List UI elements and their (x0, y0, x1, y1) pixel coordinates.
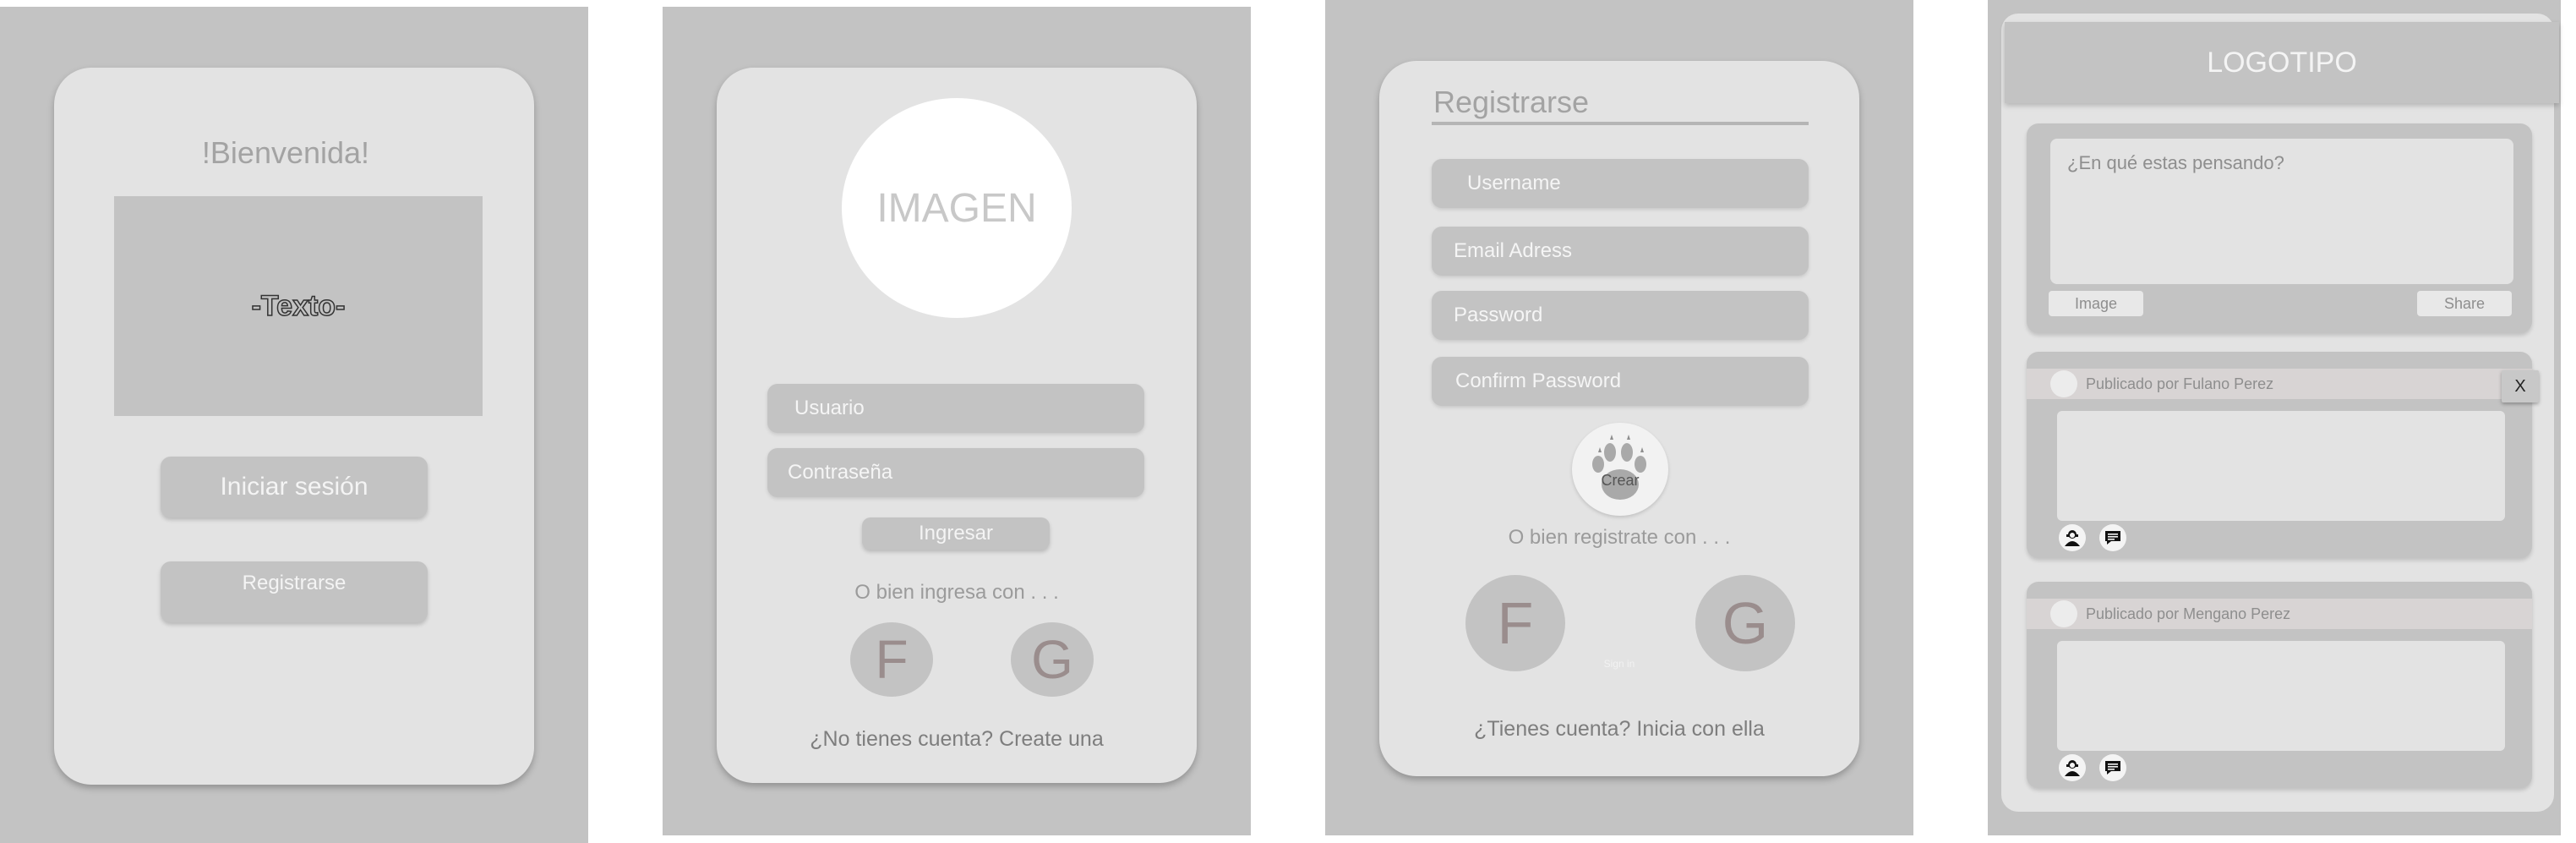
welcome-screen: !Bienvenida! -Texto- Iniciar sesión Regi… (0, 7, 588, 843)
username-placeholder: Username (1467, 172, 1561, 194)
login-screen: IMAGEN Usuario Contraseña Ingresar O bie… (663, 7, 1251, 835)
comment-icon[interactable] (2099, 524, 2126, 551)
create-label: Crear (1601, 472, 1640, 489)
username-placeholder: Usuario (794, 397, 865, 419)
avatar (2050, 600, 2077, 627)
post-card: Publicado por Fulano Perez X (2027, 352, 2539, 558)
paw-icon (1592, 435, 1646, 500)
login-card: IMAGEN Usuario Contraseña Ingresar O bie… (717, 68, 1197, 783)
alt-register-text: O bien registrate con . . . (1508, 526, 1731, 549)
text-box-label: -Texto- (251, 289, 346, 323)
logo-text: LOGOTIPO (2207, 46, 2357, 79)
welcome-card: !Bienvenida! -Texto- Iniciar sesión Regi… (54, 68, 534, 785)
close-icon: X (2514, 376, 2526, 396)
register-button[interactable]: Registrarse (161, 561, 428, 622)
compose-placeholder: ¿En qué estas pensando? (2067, 152, 2284, 173)
close-button[interactable]: X (2502, 370, 2539, 402)
google-letter: G (1031, 629, 1073, 690)
submit-button[interactable]: Ingresar (862, 517, 1050, 550)
post-author: Publicado por Mengano Perez (2086, 605, 2291, 622)
post-header: Publicado por Fulano Perez (2027, 369, 2532, 399)
facebook-letter: F (875, 629, 909, 690)
welcome-heading: !Bienvenida! (201, 135, 370, 170)
sign-in-small-label: Sign in (1603, 658, 1635, 670)
post-author: Publicado por Fulano Perez (2086, 375, 2274, 392)
post-header: Publicado por Mengano Perez (2027, 599, 2532, 629)
image-placeholder: IMAGEN (842, 98, 1072, 318)
email-field[interactable]: Email Adress (1432, 227, 1809, 276)
post-card: Publicado por Mengano Perez (2027, 582, 2532, 788)
text-box: -Texto- (114, 196, 483, 416)
user-icon[interactable] (2059, 524, 2086, 551)
feed-screen: LOGOTIPO ¿En qué estas pensando? Image S… (1988, 0, 2561, 835)
compose-input[interactable]: ¿En qué estas pensando? (2050, 139, 2513, 284)
email-placeholder: Email Adress (1454, 239, 1573, 262)
username-field[interactable]: Username (1432, 159, 1809, 208)
share-button[interactable]: Share (2417, 291, 2512, 316)
comment-glyph (2105, 761, 2120, 775)
title-underline (1432, 122, 1809, 125)
create-button[interactable]: Crear (1572, 423, 1668, 516)
password-placeholder: Password (1454, 304, 1543, 326)
google-button[interactable]: G (1695, 575, 1795, 671)
register-screen: Registrarse Username Email Adress Passwo… (1325, 0, 1913, 835)
login-button[interactable]: Iniciar sesión (161, 457, 428, 517)
password-placeholder: Contraseña (788, 461, 893, 484)
facebook-letter: F (1497, 590, 1534, 656)
image-label: IMAGEN (876, 185, 1037, 231)
login-link[interactable]: ¿Tienes cuenta? Inicia con ella (1379, 717, 1859, 742)
facebook-button[interactable]: F (1465, 575, 1565, 671)
avatar (2050, 370, 2077, 397)
register-card: Registrarse Username Email Adress Passwo… (1379, 61, 1859, 776)
user-glyph (2065, 530, 2080, 546)
user-icon[interactable] (2059, 754, 2086, 781)
google-button[interactable]: G (1011, 622, 1094, 697)
facebook-button[interactable]: F (850, 622, 933, 697)
post-content (2057, 641, 2505, 751)
username-field[interactable]: Usuario (767, 384, 1144, 433)
register-title: Registrarse (1433, 85, 1590, 119)
password-field[interactable]: Contraseña (767, 448, 1144, 497)
google-letter: G (1722, 590, 1769, 656)
post-content (2057, 411, 2505, 521)
confirm-password-field[interactable]: Confirm Password (1432, 357, 1809, 406)
compose-panel: ¿En qué estas pensando? Image Share (2027, 123, 2532, 333)
alt-login-text: O bien ingresa con . . . (854, 581, 1059, 604)
comment-glyph (2105, 531, 2120, 545)
image-button[interactable]: Image (2049, 291, 2143, 316)
confirm-password-placeholder: Confirm Password (1455, 369, 1622, 392)
top-bar: LOGOTIPO (2005, 22, 2559, 103)
comment-icon[interactable] (2099, 754, 2126, 781)
password-field[interactable]: Password (1432, 291, 1809, 340)
user-glyph (2065, 760, 2080, 776)
signup-link[interactable]: ¿No tienes cuenta? Create una (717, 727, 1197, 752)
